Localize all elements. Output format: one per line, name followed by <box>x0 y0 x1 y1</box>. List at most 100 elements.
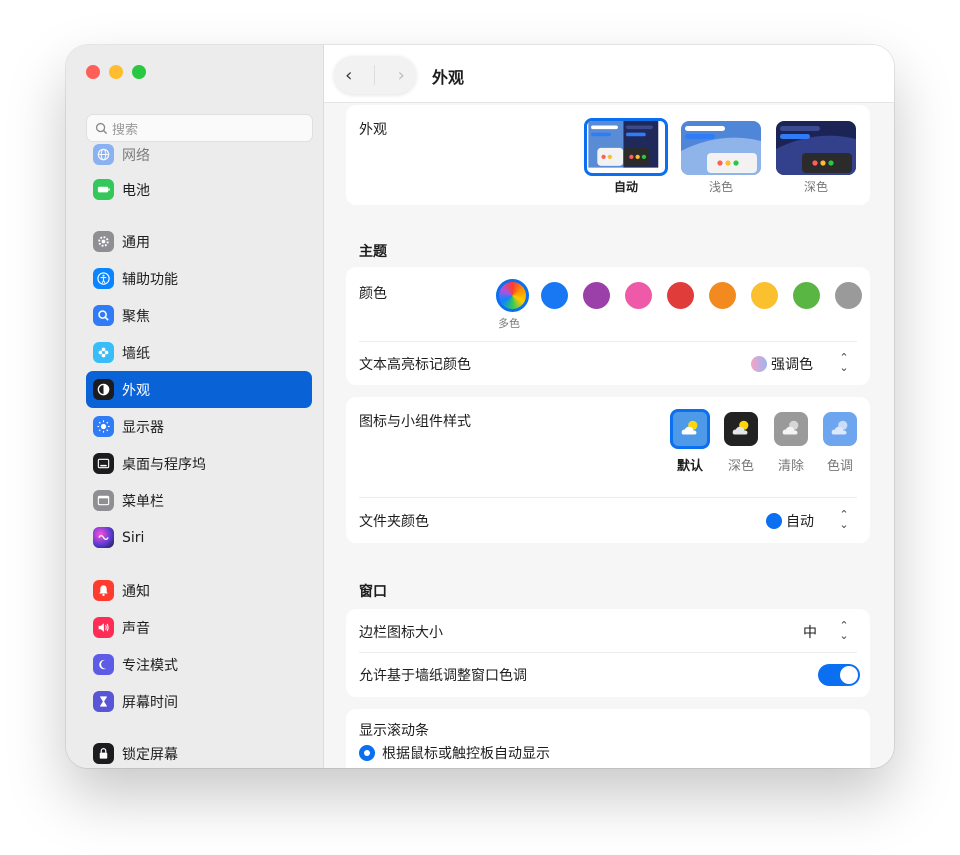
appearance-label: 外观 <box>359 122 387 138</box>
theme-heading: 主题 <box>359 244 387 260</box>
sidebar-item-network[interactable]: 网络 <box>86 136 312 173</box>
weather-icon <box>732 420 749 435</box>
row-divider <box>359 341 857 342</box>
sidebar-item-label: 通知 <box>122 583 150 600</box>
scrollbars-label: 显示滚动条 <box>359 723 429 739</box>
sidebar-item-label: 锁定屏幕 <box>122 746 178 763</box>
close-button[interactable] <box>86 65 100 79</box>
main-content: ‹ › 外观 外观 自动 浅色 深色 主题 颜色 多色 文本高亮标记颜色 强调色… <box>324 45 894 768</box>
sidebar-item-label: 聚焦 <box>122 308 150 325</box>
appearance-option-light[interactable] <box>681 121 761 175</box>
windows-panel: 边栏图标大小 中 ⌃ ⌄ 允许基于墙纸调整窗口色调 <box>346 609 870 697</box>
forward-button[interactable]: › <box>398 65 405 86</box>
chevron-updown-icon[interactable]: ⌃ ⌄ <box>834 620 854 641</box>
battery-icon <box>93 179 114 200</box>
sidebar-item-accessibility[interactable]: 辅助功能 <box>86 260 312 297</box>
accent-color-label: 颜色 <box>359 286 387 302</box>
appearance-option-label: 深色 <box>803 180 828 194</box>
sidebar-item-battery[interactable]: 电池 <box>86 171 312 208</box>
sidebar-item-label: 辅助功能 <box>122 271 178 288</box>
gear-icon <box>93 231 114 252</box>
sidebar-item-label: 网络 <box>122 147 150 164</box>
moon-icon <box>93 654 114 675</box>
accent-color-multicolor[interactable] <box>496 279 529 312</box>
accent-color-pink[interactable] <box>625 282 652 309</box>
wallpaper-tint-label: 允许基于墙纸调整窗口色调 <box>359 668 527 684</box>
scrollbars-option-auto[interactable]: 根据鼠标或触控板自动显示 <box>359 743 550 763</box>
widget-style-clear[interactable] <box>774 412 808 446</box>
sidebar-item-menu-bar[interactable]: 菜单栏 <box>86 482 312 519</box>
weather-icon <box>782 420 799 435</box>
weather-icon <box>831 420 848 435</box>
sidebar-item-label: 声音 <box>122 620 150 637</box>
accent-color-purple[interactable] <box>583 282 610 309</box>
sidebar-icon-size-label: 边栏图标大小 <box>359 625 443 641</box>
appearance-option-label: 自动 <box>613 180 638 194</box>
chevron-updown-icon[interactable]: ⌃ ⌄ <box>834 509 854 530</box>
sidebar-item-screen-time[interactable]: 屏幕时间 <box>86 683 312 720</box>
folder-color-swatch-icon <box>766 513 782 529</box>
appearance-icon <box>93 379 114 400</box>
sidebar-item-label: 桌面与程序坞 <box>122 456 206 473</box>
accent-color-orange[interactable] <box>709 282 736 309</box>
sidebar-item-appearance[interactable]: 外观 <box>86 371 312 408</box>
highlight-color-popup[interactable]: 强调色 <box>751 354 813 374</box>
wallpaper-tint-toggle[interactable] <box>818 664 860 686</box>
radio-selected[interactable] <box>359 745 375 761</box>
sidebar-item-spotlight[interactable]: 聚焦 <box>86 297 312 334</box>
toolbar: ‹ › 外观 <box>324 45 894 103</box>
nav-divider <box>374 65 376 85</box>
nav-buttons: ‹ › <box>334 56 416 94</box>
appearance-panel: 外观 自动 浅色 深色 <box>346 105 870 205</box>
highlight-swatch-icon <box>751 356 767 372</box>
siri-icon <box>93 527 114 548</box>
search-icon <box>95 122 108 134</box>
sidebar-item-sound[interactable]: 声音 <box>86 609 312 646</box>
sidebar-item-general[interactable]: 通用 <box>86 223 312 260</box>
speaker-icon <box>93 617 114 638</box>
sidebar-item-wallpaper[interactable]: 墙纸 <box>86 334 312 371</box>
folder-color-popup[interactable]: 自动 <box>766 511 814 531</box>
sidebar-item-label: 电池 <box>122 182 150 199</box>
chevron-updown-icon[interactable]: ⌃ ⌄ <box>834 352 854 373</box>
folder-color-label: 文件夹颜色 <box>359 514 429 530</box>
weather-icon <box>681 420 698 435</box>
sidebar-item-label: 菜单栏 <box>122 493 164 510</box>
toggle-knob <box>840 666 858 684</box>
widget-style-default[interactable] <box>670 409 710 449</box>
page-title: 外观 <box>432 68 465 87</box>
accent-color-green[interactable] <box>793 282 820 309</box>
accent-color-graphite[interactable] <box>835 282 862 309</box>
appearance-option-dark[interactable] <box>776 121 856 175</box>
multicolor-caption: 多色 <box>498 317 520 330</box>
sidebar-item-label: Siri <box>122 529 145 546</box>
sidebar-item-notifications[interactable]: 通知 <box>86 572 312 609</box>
menubar-icon <box>93 490 114 511</box>
sun-icon <box>93 416 114 437</box>
sidebar-item-siri[interactable]: Siri <box>86 519 312 556</box>
back-button[interactable]: ‹ <box>345 65 352 86</box>
sidebar-icon-size-popup[interactable]: 中 <box>803 622 817 642</box>
accent-color-yellow[interactable] <box>751 282 778 309</box>
hourglass-icon <box>93 691 114 712</box>
zoom-button[interactable] <box>132 65 146 79</box>
widget-style-tinted[interactable] <box>823 412 857 446</box>
widget-style-label-tinted: 色调 <box>826 459 853 474</box>
sidebar-item-lock-screen[interactable]: 锁定屏幕 <box>86 735 312 768</box>
sidebar-item-label: 专注模式 <box>122 657 178 674</box>
search-placeholder: 搜索 <box>112 122 139 138</box>
dock-icon <box>93 453 114 474</box>
scrollbars-option-label: 根据鼠标或触控板自动显示 <box>382 746 550 762</box>
highlight-color-value: 强调色 <box>771 357 813 373</box>
widget-style-dark[interactable] <box>724 412 758 446</box>
sidebar-item-label: 墙纸 <box>122 345 150 362</box>
accent-color-blue[interactable] <box>541 282 568 309</box>
sidebar-item-focus[interactable]: 专注模式 <box>86 646 312 683</box>
sidebar: 搜索 网络 电池 通用 辅助功能 聚焦 墙纸 外观 显示器 桌面与程序坞 菜单栏… <box>66 45 324 768</box>
sidebar-item-displays[interactable]: 显示器 <box>86 408 312 445</box>
appearance-option-auto[interactable] <box>584 118 668 176</box>
sidebar-item-desktop-dock[interactable]: 桌面与程序坞 <box>86 445 312 482</box>
minimize-button[interactable] <box>109 65 123 79</box>
settings-window: 搜索 网络 电池 通用 辅助功能 聚焦 墙纸 外观 显示器 桌面与程序坞 菜单栏… <box>66 45 894 768</box>
accent-color-red[interactable] <box>667 282 694 309</box>
